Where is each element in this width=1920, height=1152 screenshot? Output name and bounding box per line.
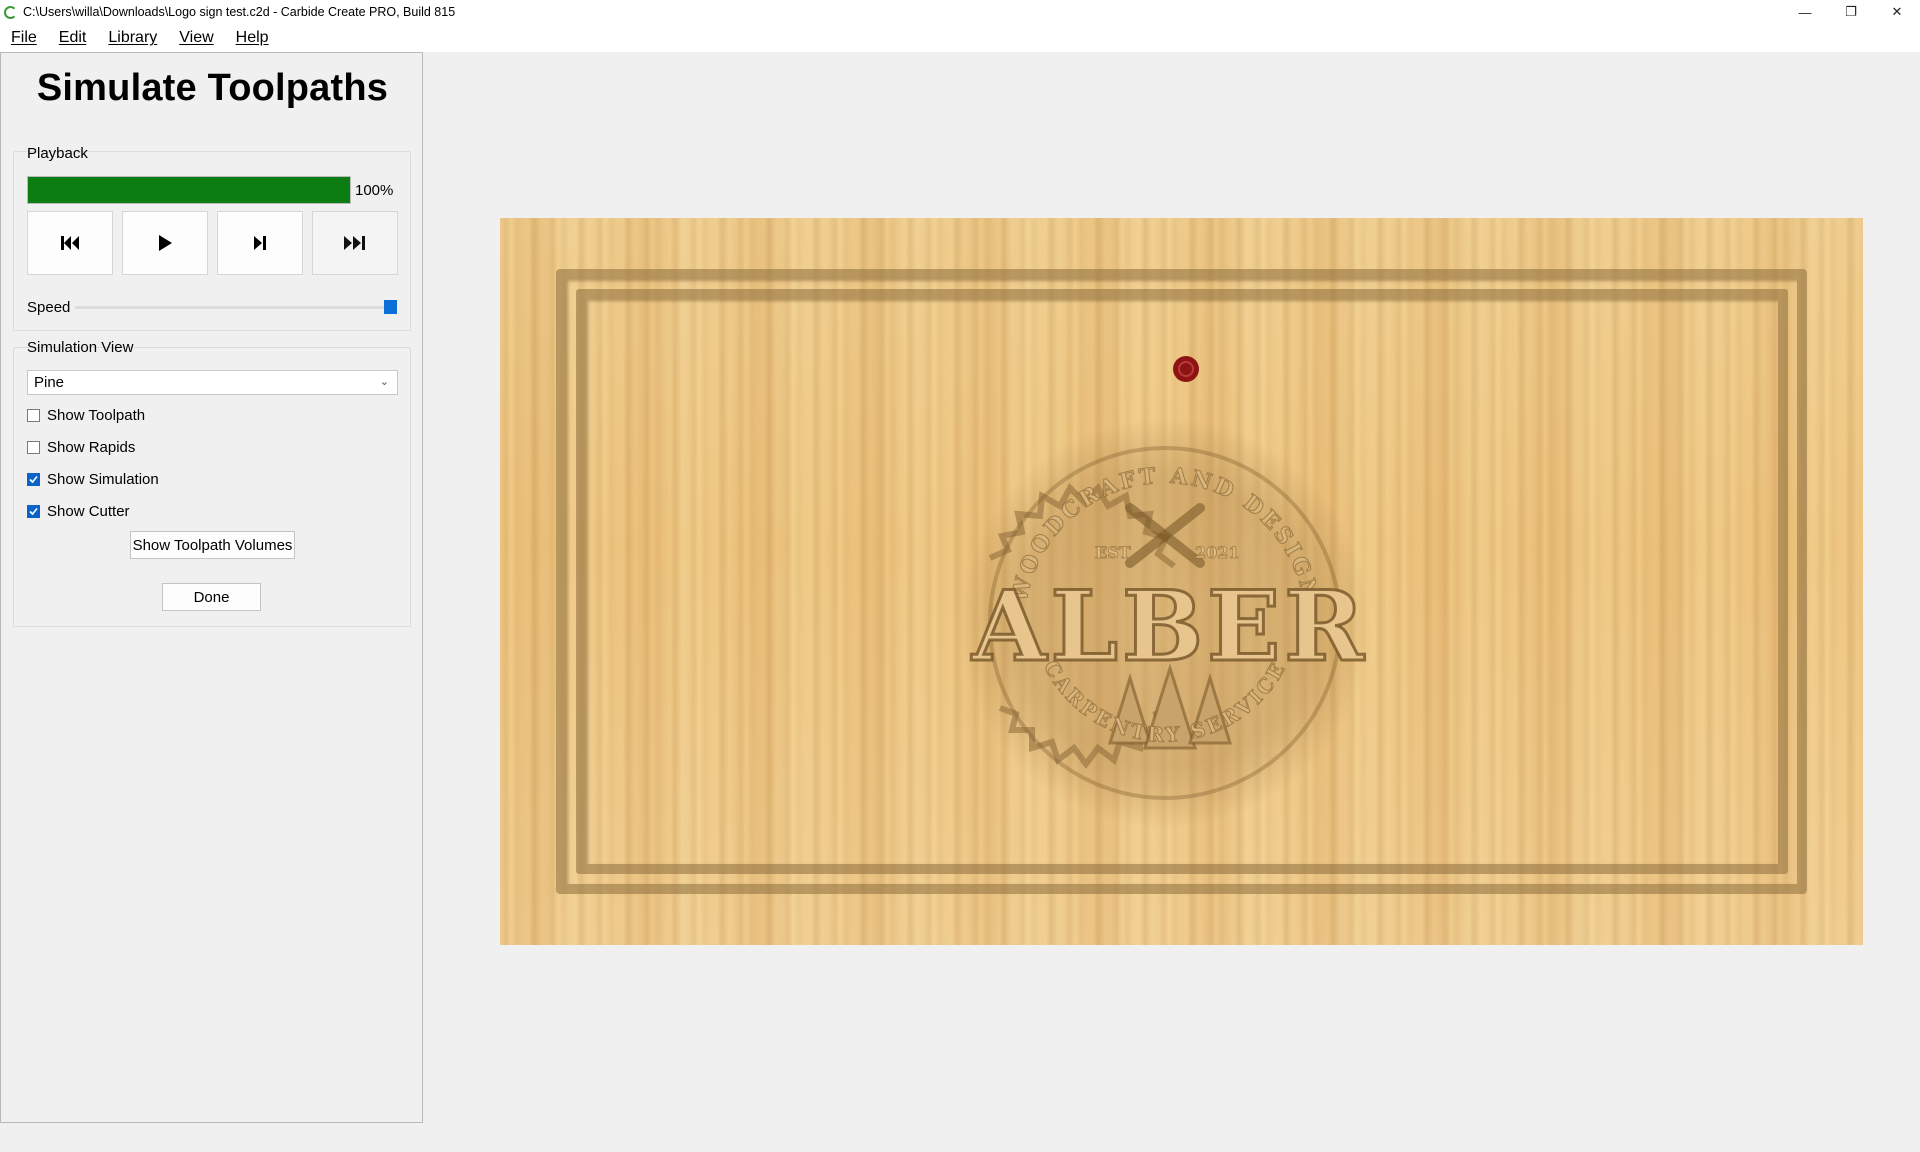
show-rapids-label: Show Rapids	[47, 438, 136, 456]
material-select[interactable]: Pine ⌄	[27, 370, 398, 395]
show-toolpath-volumes-button[interactable]: Show Toolpath Volumes	[130, 531, 295, 559]
skip-start-icon	[61, 236, 79, 250]
show-rapids-option[interactable]: Show Rapids	[27, 437, 135, 457]
menu-library[interactable]: Library	[97, 29, 168, 47]
playback-label: Playback	[27, 145, 88, 162]
window-title: C:\Users\willa\Downloads\Logo sign test.…	[23, 5, 456, 19]
simulation-view-label: Simulation View	[27, 339, 134, 356]
show-simulation-option[interactable]: Show Simulation	[27, 469, 159, 489]
menu-help[interactable]: Help	[225, 29, 280, 47]
checkmark-icon	[29, 507, 38, 515]
cutter-tool-icon	[1173, 356, 1199, 382]
show-rapids-checkbox[interactable]	[27, 440, 40, 454]
done-button[interactable]: Done	[162, 583, 261, 611]
rewind-to-start-button[interactable]	[27, 211, 113, 275]
show-cutter-label: Show Cutter	[47, 502, 130, 520]
carved-logo: WOODCRAFT AND DESIGN EST 2021 ALBER CARP…	[960, 418, 1370, 828]
app-logo-icon	[4, 5, 17, 19]
playback-progress-bar	[27, 176, 351, 204]
skip-end-icon	[344, 236, 365, 250]
show-cutter-checkbox[interactable]	[27, 504, 40, 518]
menu-edit[interactable]: Edit	[48, 29, 98, 47]
skip-to-end-button[interactable]	[312, 211, 398, 275]
chevron-down-icon: ⌄	[379, 376, 389, 388]
window-controls: — ❐ ✕	[1782, 0, 1920, 24]
progress-percent: 100%	[355, 182, 394, 199]
show-toolpath-option[interactable]: Show Toolpath	[27, 405, 145, 425]
step-forward-icon	[254, 236, 266, 250]
speed-slider-handle[interactable]	[384, 300, 397, 314]
show-toolpath-checkbox[interactable]	[27, 408, 40, 422]
menu-view[interactable]: View	[168, 29, 224, 47]
step-forward-button[interactable]	[217, 211, 303, 275]
simulation-canvas[interactable]: WOODCRAFT AND DESIGN EST 2021 ALBER CARP…	[500, 218, 1863, 945]
play-icon	[159, 235, 172, 251]
speed-slider-track[interactable]	[75, 306, 393, 309]
menu-bar: File Edit Library View Help	[0, 24, 1920, 52]
show-toolpath-label: Show Toolpath	[47, 406, 146, 424]
play-button[interactable]	[122, 211, 208, 275]
show-cutter-option[interactable]: Show Cutter	[27, 501, 130, 521]
logo-est: EST	[1095, 543, 1131, 562]
close-button[interactable]: ✕	[1874, 0, 1920, 24]
show-simulation-label: Show Simulation	[47, 470, 159, 488]
simulate-toolpaths-panel: Simulate Toolpaths Playback 100% Speed S…	[0, 52, 423, 1123]
progress-fill	[28, 177, 350, 203]
panel-title: Simulate Toolpaths	[36, 67, 389, 109]
title-bar: C:\Users\willa\Downloads\Logo sign test.…	[0, 0, 1920, 24]
logo-year: 2021	[1195, 543, 1240, 562]
menu-file[interactable]: File	[0, 29, 48, 47]
material-select-value: Pine	[34, 374, 65, 391]
show-simulation-checkbox[interactable]	[27, 472, 40, 486]
speed-label: Speed	[27, 299, 71, 316]
minimize-button[interactable]: —	[1782, 0, 1828, 24]
checkmark-icon	[29, 475, 38, 483]
restore-button[interactable]: ❐	[1828, 0, 1874, 24]
